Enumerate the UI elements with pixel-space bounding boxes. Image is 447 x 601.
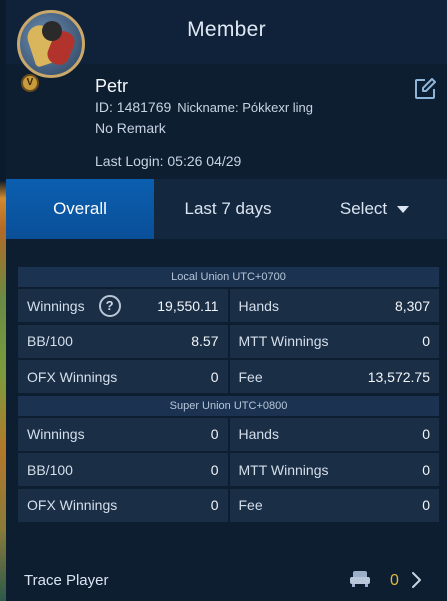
section-header: Super Union UTC+0800 — [18, 395, 439, 416]
chevron-right-icon — [412, 572, 421, 588]
stat-cell: MTT Winnings 0 — [229, 324, 439, 358]
trace-player-row[interactable]: Trace Player 0 — [6, 560, 447, 601]
stat-value: 13,572.75 — [367, 368, 430, 385]
stat-label-group: Winnings ? — [27, 294, 121, 317]
help-icon[interactable]: ? — [98, 294, 121, 317]
trace-count: 0 — [390, 571, 399, 589]
stat-value: 0 — [422, 426, 430, 442]
stat-cell: Winnings 0 — [18, 417, 228, 451]
stat-label: BB/100 — [27, 333, 73, 349]
trace-player-label: Trace Player — [24, 572, 109, 589]
stat-label: BB/100 — [27, 461, 73, 478]
stat-label: Hands — [238, 297, 279, 314]
member-id: ID: 1481769 — [95, 99, 172, 115]
stat-label: MTT Winnings — [238, 461, 329, 478]
member-nickname: Nickname: Pókkexr ling — [177, 100, 314, 115]
member-name: Petr — [95, 76, 129, 96]
stat-label: Winnings — [27, 426, 85, 442]
stat-label: OFX Winnings — [27, 368, 118, 385]
tab-overall[interactable]: Overall — [6, 179, 154, 239]
stat-value: 8,307 — [394, 297, 430, 314]
member-id-line: ID: 1481769 Nickname: Pókkexr ling — [95, 99, 313, 115]
stat-value: 0 — [210, 461, 219, 478]
stats-table: Local Union UTC+0700 Winnings ? 19,550.1… — [18, 267, 439, 524]
stat-value: 0 — [210, 368, 219, 385]
stat-cell: Winnings ? 19,550.11 — [18, 289, 228, 322]
table-row: BB/100 8.57 MTT Winnings 0 — [18, 324, 439, 358]
stat-value: 0 — [422, 497, 430, 513]
stat-value: 0 — [210, 426, 219, 442]
tab-select[interactable]: Select — [302, 179, 447, 239]
table-row: OFX Winnings 0 Fee 0 — [18, 488, 439, 522]
stat-cell: BB/100 0 — [18, 453, 228, 486]
stat-label: Fee — [238, 368, 263, 385]
stat-cell: OFX Winnings 0 — [18, 360, 228, 393]
vip-badge: V — [21, 74, 39, 92]
stat-label: Winnings — [27, 297, 85, 314]
table-row: BB/100 0 MTT Winnings 0 — [18, 453, 439, 486]
stat-value: 19,550.11 — [157, 297, 219, 314]
section-header: Local Union UTC+0700 — [18, 267, 439, 287]
stat-value: 0 — [422, 461, 430, 478]
stat-cell: MTT Winnings 0 — [229, 453, 439, 486]
tab-select-label: Select — [339, 199, 388, 218]
caret-down-icon — [397, 205, 410, 213]
stat-label: Fee — [238, 497, 263, 513]
seat-icon — [350, 571, 370, 587]
table-row: OFX Winnings 0 Fee 13,572.75 — [18, 360, 439, 393]
stat-label: MTT Winnings — [238, 333, 329, 349]
stat-cell: Fee 0 — [229, 488, 439, 522]
stat-label: OFX Winnings — [27, 497, 118, 513]
stat-cell: Hands 0 — [229, 417, 439, 451]
edit-button[interactable] — [414, 78, 436, 100]
stat-label: Hands — [238, 426, 279, 442]
tab-last-7-days[interactable]: Last 7 days — [154, 179, 302, 239]
table-row: Winnings ? 19,550.11 Hands 8,307 — [18, 289, 439, 322]
stat-value: 0 — [422, 333, 430, 349]
avatar[interactable] — [17, 10, 85, 78]
stat-cell: Hands 8,307 — [229, 289, 439, 322]
stat-value: 8.57 — [191, 333, 219, 349]
table-row: Winnings 0 Hands 0 — [18, 417, 439, 451]
period-tabs: Overall Last 7 days Select — [6, 179, 447, 239]
stat-cell: OFX Winnings 0 — [18, 488, 228, 522]
stat-value: 0 — [210, 497, 219, 513]
member-remark: No Remark — [95, 120, 166, 136]
member-screen: Member V Petr ID: 1481769 Nickname: Pókk… — [6, 0, 447, 601]
last-login: Last Login: 05:26 04/29 — [95, 153, 242, 169]
stat-cell: BB/100 8.57 — [18, 324, 228, 358]
edit-icon — [415, 78, 436, 99]
stat-cell: Fee 13,572.75 — [229, 360, 439, 393]
